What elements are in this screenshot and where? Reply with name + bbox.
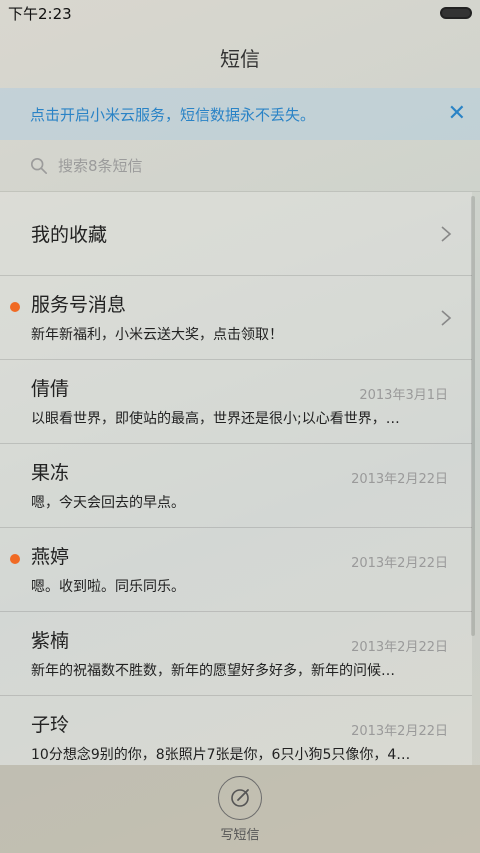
search-icon [30, 157, 48, 174]
conversation-preview: 嗯，今天会回去的早点。 [31, 495, 185, 511]
favorites-row[interactable]: 我的收藏 [0, 192, 472, 276]
unread-dot [10, 554, 20, 564]
favorites-label: 我的收藏 [31, 224, 108, 246]
chevron-right-icon [441, 225, 452, 242]
conversation-preview: 嗯。收到啦。同乐同乐。 [31, 579, 185, 595]
unread-dot [10, 302, 20, 312]
list-item[interactable]: 倩倩 2013年3月1日 以眼看世界，即使站的最高，世界还是很小;以心看世界，… [0, 360, 472, 444]
search-placeholder: 搜索8条短信 [58, 157, 143, 175]
conversation-date: 2013年3月1日 [359, 388, 448, 403]
conversation-preview: 新年的祝福数不胜数，新年的愿望好多好多，新年的问候… [31, 663, 395, 679]
conversation-name: 服务号消息 [31, 294, 127, 316]
conversation-name: 子玲 [31, 714, 70, 736]
conversation-preview: 新年新福利，小米云送大奖，点击领取！ [31, 327, 283, 343]
banner-text[interactable]: 点击开启小米云服务，短信数据永不丢失。 [30, 104, 315, 125]
conversation-name: 果冻 [31, 462, 70, 484]
scrollbar[interactable] [471, 196, 475, 636]
title-bar: 短信 [0, 26, 480, 88]
status-bar: 下午2:23 [0, 0, 480, 26]
list-item[interactable]: 果冻 2013年2月22日 嗯，今天会回去的早点。 [0, 444, 472, 528]
battery-icon [440, 7, 472, 19]
conversation-preview: 以眼看世界，即使站的最高，世界还是很小;以心看世界，… [31, 411, 400, 427]
conversation-list[interactable]: 我的收藏 服务号消息 新年新福利，小米云送大奖，点击领取！ 倩倩 2013年3月… [0, 192, 480, 765]
close-icon[interactable]: ✕ [448, 103, 466, 125]
list-item[interactable]: 服务号消息 新年新福利，小米云送大奖，点击领取！ [0, 276, 472, 360]
bottom-bar: 写短信 [0, 765, 480, 853]
conversation-preview: 10分想念9别的你，8张照片7张是你，6只小狗5只像你，4… [31, 747, 411, 763]
search-input[interactable]: 搜索8条短信 [0, 140, 480, 192]
conversation-date: 2013年2月22日 [351, 640, 448, 655]
conversation-name: 紫楠 [31, 630, 70, 652]
cloud-service-banner[interactable]: 点击开启小米云服务，短信数据永不丢失。 ✕ [0, 88, 480, 140]
list-item[interactable]: 子玲 2013年2月22日 10分想念9别的你，8张照片7张是你，6只小狗5只像… [0, 696, 472, 765]
compose-button[interactable] [218, 775, 262, 820]
status-time: 下午2:23 [8, 4, 72, 23]
compose-icon [231, 788, 249, 807]
conversation-name: 燕婷 [31, 546, 70, 568]
conversation-date: 2013年2月22日 [351, 556, 448, 571]
compose-label[interactable]: 写短信 [220, 824, 259, 843]
list-item[interactable]: 紫楠 2013年2月22日 新年的祝福数不胜数，新年的愿望好多好多，新年的问候… [0, 612, 472, 696]
list-item[interactable]: 燕婷 2013年2月22日 嗯。收到啦。同乐同乐。 [0, 528, 472, 612]
conversation-name: 倩倩 [31, 378, 70, 400]
conversation-date: 2013年2月22日 [351, 472, 448, 487]
chevron-right-icon [441, 309, 452, 326]
page-title: 短信 [220, 46, 260, 71]
conversation-date: 2013年2月22日 [351, 724, 448, 739]
